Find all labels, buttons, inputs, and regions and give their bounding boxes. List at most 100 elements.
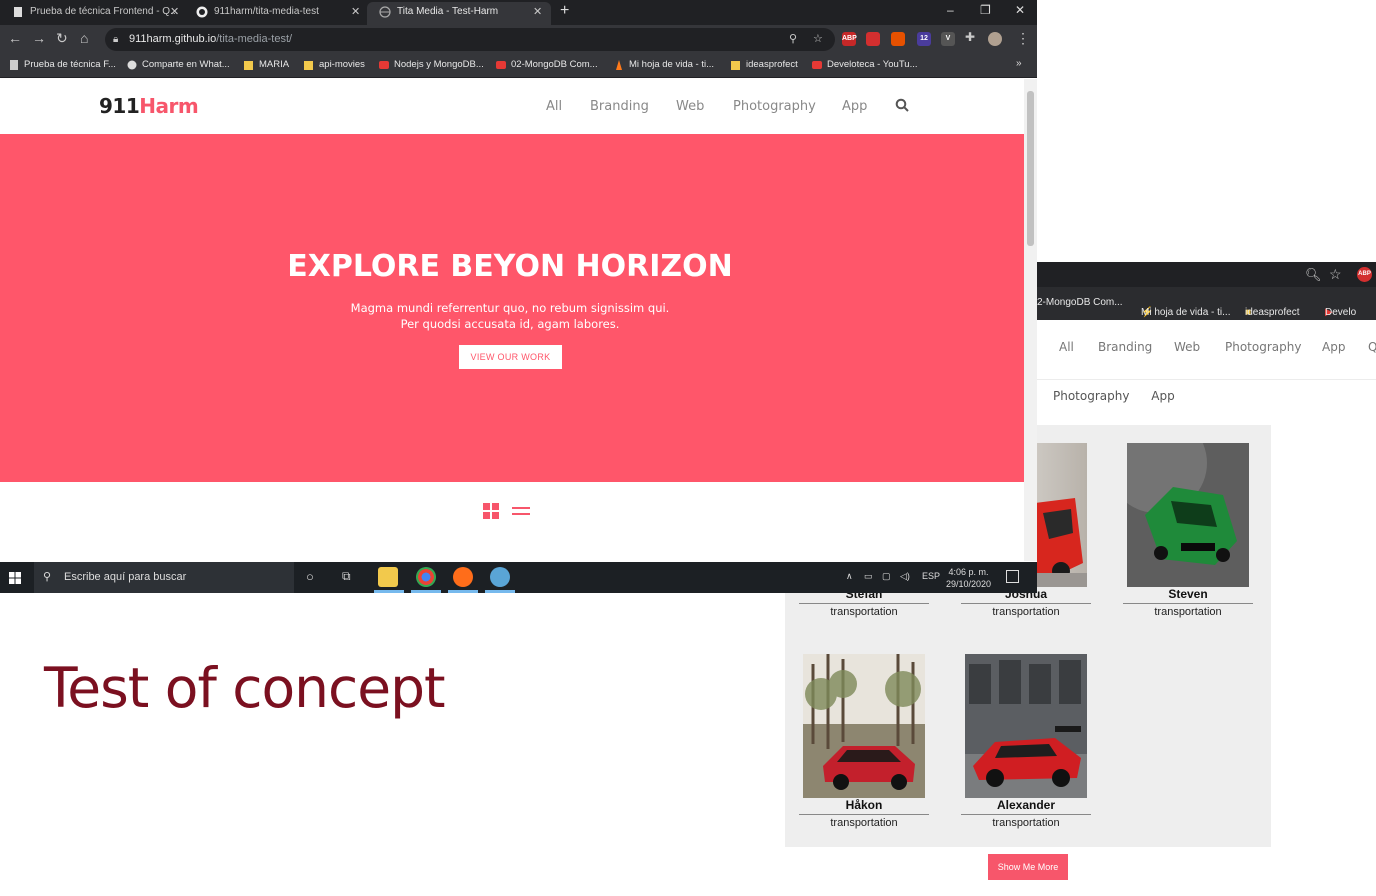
tab-tita-media[interactable]: Tita Media - Test-Harm ✕ [367,2,551,25]
bookmark-item[interactable]: Mi hoja de vida - ti... [614,59,714,70]
zoom-icon[interactable]: ⚲ [789,28,797,51]
extension-icon[interactable] [866,32,880,46]
chrome-icon[interactable] [416,567,436,587]
filter-app[interactable]: App [1151,389,1174,403]
nav-link-photography[interactable]: Photography [733,99,816,114]
menu-icon[interactable]: ⋮ [1016,30,1030,47]
volume-icon[interactable]: ◁) [900,571,910,582]
card-divider [961,603,1091,604]
document-icon [10,60,18,70]
bookmarks-bar: Prueba de técnica F... Comparte en What.… [0,54,1037,78]
postman-icon[interactable] [453,567,473,587]
nav-link-photography[interactable]: Photography [1225,340,1301,354]
paint-icon[interactable] [490,567,510,587]
taskbar-search-input[interactable]: ⚲ Escribe aquí para buscar [34,562,294,593]
tab-prueba[interactable]: Prueba de técnica Frontend - Q... ✕ [0,2,184,25]
file-explorer-icon[interactable] [378,567,398,587]
bookmark-item[interactable]: ideasprofect [731,59,798,70]
folder-icon [304,61,313,70]
language-indicator[interactable]: ESP [922,571,940,581]
nav-link-app[interactable]: App [1322,340,1345,354]
youtube-icon [812,61,822,69]
monitor-icon[interactable]: ▢ [882,571,891,582]
site-logo[interactable]: 911Harm [99,94,199,118]
close-window-button[interactable]: ✕ [1015,3,1025,17]
bookmark-item[interactable]: 02-MongoDB Com... [496,59,598,70]
card-name: Alexander [996,798,1056,812]
nav-link-branding[interactable]: Branding [1098,340,1152,354]
search-icon[interactable]: Q [1368,340,1376,354]
task-view-icon[interactable]: ⧉ [342,569,351,584]
show-more-button[interactable]: Show Me More [988,854,1068,880]
notification-icon[interactable] [1006,570,1019,583]
more-bookmarks-icon[interactable]: » [1016,58,1022,69]
bookmark-item[interactable]: Nodejs y MongoDB... [379,59,484,70]
tray-expand-icon[interactable]: ∧ [846,571,853,582]
card-category: transportation [1154,606,1222,618]
puzzle-icon[interactable]: ✚ [965,30,975,44]
nav-link-all[interactable]: All [1059,340,1074,354]
tab-github[interactable]: 911harm/tita-media-test ✕ [184,2,368,25]
search-icon[interactable] [895,98,909,116]
card-name: Steven [1168,587,1208,601]
bookmark-item[interactable]: MARIA [244,59,289,70]
view-our-work-button[interactable]: VIEW OUR WORK [459,345,562,369]
page-scrollbar[interactable] [1024,79,1037,561]
scrollbar-thumb[interactable] [1027,91,1034,246]
nav-link-app[interactable]: App [842,99,867,114]
bookmark-item[interactable]: 2-MongoDB Com... [1037,297,1123,308]
extension-icon[interactable] [891,32,905,46]
nav-link-web[interactable]: Web [1174,340,1200,354]
extension-badge-icon[interactable]: 12 [917,32,931,46]
minimize-button[interactable]: – [947,3,954,17]
zoom-icon[interactable]: 🔍︎ [1305,267,1322,283]
close-tab-icon[interactable]: ✕ [351,2,360,22]
bookmark-item[interactable]: Prueba de técnica F... [9,59,116,70]
taskbar-clock[interactable]: 4:06 p. m. 29/10/2020 [946,566,991,590]
nav-link-branding[interactable]: Branding [590,99,649,114]
maximize-button[interactable]: ❐ [980,3,991,17]
list-view-icon[interactable] [512,503,530,524]
url-path: /tita-media-test/ [216,33,293,45]
bookmark-star-icon[interactable]: ☆ [813,28,823,51]
adblock-extension-icon[interactable]: ABP [1357,267,1372,282]
gallery-card[interactable]: Steven transportation [1123,443,1253,619]
youtube-icon [496,61,506,69]
car-photo [965,654,1087,798]
hero-subtitle-line: Magma mundi referrentur quo, no rebum si… [350,301,670,315]
address-bar[interactable]: 🔒︎ 911harm.github.io/tita-media-test/ ⚲ … [105,28,835,51]
nav-link-web[interactable]: Web [676,99,704,114]
cortana-icon[interactable]: ○ [306,569,314,584]
home-icon[interactable]: ⌂ [80,30,88,46]
card-category: transportation [992,817,1060,829]
adblock-extension-icon[interactable]: ABP [842,32,857,46]
windows-start-icon[interactable] [9,571,21,589]
folder-icon [731,61,740,70]
card-divider [799,814,929,815]
bookmark-item[interactable]: Comparte en What... [127,59,230,70]
site-header: 911Harm All Branding Web Photography App [0,79,1024,134]
star-icon[interactable]: ☆ [1329,266,1342,283]
back-icon[interactable]: ← [8,30,22,46]
network-icon[interactable]: ▭ [864,571,873,582]
extension-icon[interactable]: V [941,32,955,46]
bookmark-item[interactable]: api-movies [304,59,365,70]
card-divider [799,603,929,604]
close-tab-icon[interactable]: ✕ [533,2,542,22]
background-browser-window: 🔍︎ ☆ ABP 2-MongoDB Com... ⚡ Mi hoja de v… [1037,262,1376,380]
tab-title: Tita Media - Test-Harm [397,6,499,17]
nav-link-all[interactable]: All [546,99,562,114]
avatar[interactable] [988,32,1002,46]
bookmark-item[interactable]: Develoteca - YouTu... [812,59,917,70]
share-icon [127,60,137,70]
close-tab-icon[interactable]: ✕ [170,2,179,22]
gallery-card[interactable]: Alexander transportation [961,654,1091,830]
grid-view-icon[interactable] [483,503,499,524]
new-tab-button[interactable]: + [560,2,569,20]
reload-icon[interactable]: ↻ [56,30,68,47]
forward-icon[interactable]: → [32,30,46,46]
hero-section: EXPLORE BEYON HORIZON Magma mundi referr… [0,134,1024,482]
filter-photography[interactable]: Photography [1053,389,1129,403]
clock-date: 29/10/2020 [946,579,992,589]
gallery-card[interactable]: Håkon transportation [799,654,929,830]
